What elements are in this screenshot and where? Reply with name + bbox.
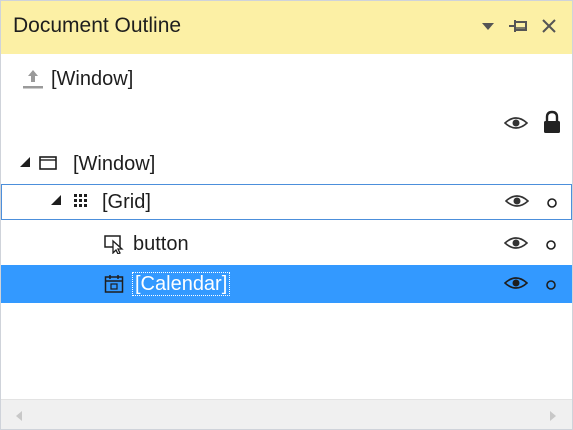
lock-toggle-icon[interactable] xyxy=(545,278,557,296)
tree-node-label: [Window] xyxy=(73,153,156,175)
scroll-left-icon[interactable] xyxy=(15,409,23,427)
lock-toggle-icon[interactable] xyxy=(545,238,557,256)
header-tools xyxy=(1,106,572,142)
document-outline-panel: Document Outline [Window] [Window] [Grid… xyxy=(0,0,573,430)
eye-icon[interactable] xyxy=(504,194,530,213)
tree-node-label: [Grid] xyxy=(102,191,151,213)
button-icon xyxy=(104,234,124,259)
expanded-triangle-icon[interactable] xyxy=(50,193,62,211)
tree-node-button[interactable]: button xyxy=(1,226,572,262)
panel-title: Document Outline xyxy=(13,14,182,37)
panel-titlebar: Document Outline xyxy=(1,1,572,54)
expanded-triangle-icon[interactable] xyxy=(19,155,31,173)
eye-icon[interactable] xyxy=(503,276,529,295)
up-arrow-icon xyxy=(21,67,45,96)
tree-node-calendar[interactable]: [Calendar] xyxy=(1,265,572,303)
eye-icon[interactable] xyxy=(503,236,529,255)
tree-node-grid[interactable]: [Grid] xyxy=(1,184,572,220)
calendar-icon xyxy=(104,274,124,299)
lock-icon[interactable] xyxy=(543,110,561,139)
horizontal-scrollbar[interactable] xyxy=(1,399,572,429)
scroll-right-icon[interactable] xyxy=(549,409,557,427)
eye-icon[interactable] xyxy=(503,116,529,135)
dropdown-icon[interactable] xyxy=(473,11,503,41)
pin-icon[interactable] xyxy=(503,11,533,41)
tree-node-label: button xyxy=(133,233,189,255)
scope-up-button[interactable]: [Window] xyxy=(1,63,572,99)
tree-node-label: [Calendar] xyxy=(131,272,231,296)
window-icon xyxy=(38,154,58,177)
root-scope-label: [Window] xyxy=(51,68,134,90)
close-icon[interactable] xyxy=(534,11,564,41)
lock-toggle-icon[interactable] xyxy=(546,196,558,214)
tree-node-window[interactable]: [Window] xyxy=(1,146,572,182)
grid-icon xyxy=(72,192,90,215)
